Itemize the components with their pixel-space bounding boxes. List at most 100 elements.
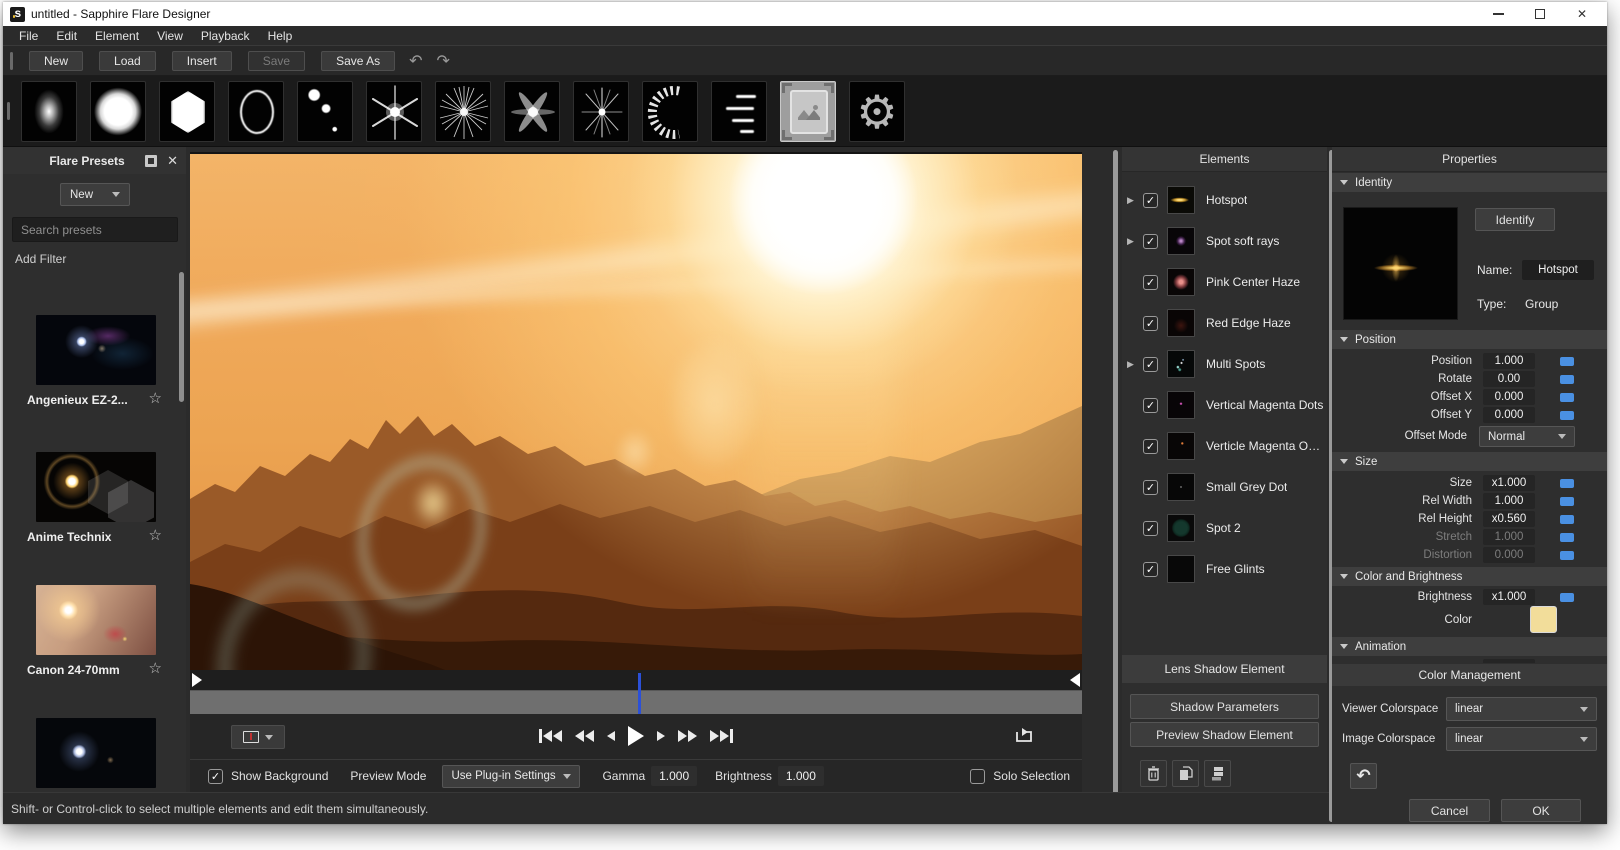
viewer-colorspace-dropdown[interactable]: linear: [1446, 697, 1597, 721]
keyframe-indicator[interactable]: [1560, 551, 1574, 560]
offset-mode-dropdown[interactable]: Normal: [1479, 426, 1575, 447]
size-section-header[interactable]: Size: [1332, 452, 1607, 471]
element-row[interactable]: Vertical Magenta Dots: [1122, 385, 1327, 425]
insert-button[interactable]: Insert: [172, 51, 232, 71]
element-row[interactable]: Multi Spots: [1122, 344, 1327, 384]
flare-icon-arc-streaks[interactable]: [642, 81, 698, 142]
element-visible-checkbox[interactable]: [1143, 439, 1158, 454]
close-panel-icon[interactable]: [167, 153, 178, 169]
out-point-marker-icon[interactable]: [1063, 673, 1080, 687]
flare-icon-settings-gear[interactable]: ⚙: [849, 81, 905, 142]
revert-button[interactable]: [1350, 763, 1377, 789]
preview-mode-dropdown[interactable]: Use Plug-in Settings: [442, 765, 580, 788]
keyframe-indicator[interactable]: [1560, 375, 1574, 384]
add-filter-link[interactable]: Add Filter: [15, 252, 66, 266]
expand-arrow-icon[interactable]: [1127, 359, 1141, 370]
redo-icon[interactable]: ↷: [437, 51, 450, 70]
solo-selection-checkbox[interactable]: [970, 769, 985, 784]
delete-element-button[interactable]: [1140, 760, 1167, 787]
go-to-end-button[interactable]: [708, 722, 735, 750]
menu-playback[interactable]: Playback: [193, 27, 258, 45]
toolbar-grip[interactable]: [10, 52, 13, 70]
property-value[interactable]: x1.000: [1483, 475, 1535, 491]
element-visible-checkbox[interactable]: [1143, 316, 1158, 331]
favorite-star-icon[interactable]: [149, 659, 162, 677]
keyframe-indicator[interactable]: [1560, 393, 1574, 402]
undo-icon[interactable]: ↶: [409, 51, 422, 70]
animation-section-header[interactable]: Animation: [1332, 637, 1607, 656]
preset-new-dropdown[interactable]: New: [60, 183, 130, 206]
flare-icon-solid-circle[interactable]: [90, 81, 146, 142]
element-visible-checkbox[interactable]: [1143, 521, 1158, 536]
preset-thumbnail[interactable]: [36, 718, 156, 788]
preview-shadow-element-button[interactable]: Preview Shadow Element: [1130, 722, 1319, 747]
step-back-button[interactable]: [605, 722, 617, 750]
element-visible-checkbox[interactable]: [1143, 193, 1158, 208]
property-value[interactable]: 1.000: [1483, 353, 1535, 369]
preset-thumbnail[interactable]: [36, 315, 156, 385]
property-value[interactable]: x1.000: [1483, 589, 1535, 605]
menu-view[interactable]: View: [149, 27, 191, 45]
identity-section-header[interactable]: Identity: [1332, 173, 1607, 192]
in-point-marker-icon[interactable]: [192, 673, 209, 687]
keyframe-indicator[interactable]: [1560, 533, 1574, 542]
iconstrip-grip[interactable]: [7, 102, 10, 120]
keyframe-indicator[interactable]: [1560, 497, 1574, 506]
minimize-button[interactable]: [1481, 2, 1515, 26]
fast-forward-button[interactable]: [676, 722, 699, 750]
flare-icon-ring[interactable]: [228, 81, 284, 142]
element-row[interactable]: Hotspot: [1122, 180, 1327, 220]
position-section-header[interactable]: Position: [1332, 330, 1607, 349]
element-visible-checkbox[interactable]: [1143, 480, 1158, 495]
go-to-start-button[interactable]: [537, 722, 564, 750]
expand-arrow-icon[interactable]: [1127, 195, 1141, 206]
preset-thumbnail[interactable]: [36, 585, 156, 655]
timeline-track[interactable]: [190, 690, 1082, 714]
favorite-star-icon[interactable]: [149, 526, 162, 544]
menu-element[interactable]: Element: [87, 27, 147, 45]
play-button[interactable]: [626, 722, 646, 750]
shadow-parameters-button[interactable]: Shadow Parameters: [1130, 694, 1319, 719]
identify-button[interactable]: Identify: [1475, 208, 1555, 231]
float-panel-icon[interactable]: [145, 155, 157, 167]
flare-icon-ray-burst[interactable]: [435, 81, 491, 142]
property-value[interactable]: x0.560: [1483, 511, 1535, 527]
menu-help[interactable]: Help: [260, 27, 301, 45]
cancel-button[interactable]: Cancel: [1409, 799, 1490, 822]
scrub-strip[interactable]: [190, 670, 1082, 690]
property-value[interactable]: 0.000: [1483, 389, 1535, 405]
expand-arrow-icon[interactable]: [1127, 236, 1141, 247]
flare-preview-canvas[interactable]: [190, 152, 1082, 670]
keyframe-indicator[interactable]: [1560, 479, 1574, 488]
playhead[interactable]: [638, 673, 641, 715]
keyframe-indicator[interactable]: [1560, 357, 1574, 366]
flare-icon-soft-glow[interactable]: [21, 81, 77, 142]
name-field[interactable]: Hotspot: [1522, 260, 1594, 280]
new-button[interactable]: New: [29, 51, 83, 71]
panel-splitter[interactable]: [1113, 150, 1118, 822]
element-visible-checkbox[interactable]: [1143, 275, 1158, 290]
duplicate-element-button[interactable]: [1204, 760, 1231, 787]
element-row[interactable]: Verticle Magenta Orange ...: [1122, 426, 1327, 466]
image-colorspace-dropdown[interactable]: linear: [1446, 727, 1597, 751]
presets-scrollbar-thumb[interactable]: [179, 272, 184, 402]
save-as-button[interactable]: Save As: [321, 51, 395, 71]
search-presets-input[interactable]: [12, 217, 178, 242]
load-button[interactable]: Load: [99, 51, 156, 71]
keyframe-indicator[interactable]: [1560, 593, 1574, 602]
element-row[interactable]: Free Glints: [1122, 549, 1327, 589]
color-swatch[interactable]: [1530, 606, 1557, 633]
color-brightness-section-header[interactable]: Color and Brightness: [1332, 567, 1607, 586]
element-visible-checkbox[interactable]: [1143, 357, 1158, 372]
element-row[interactable]: Spot 2: [1122, 508, 1327, 548]
favorite-star-icon[interactable]: [149, 389, 162, 407]
maximize-button[interactable]: [1523, 2, 1557, 26]
loop-playback-button[interactable]: [1014, 726, 1038, 749]
element-row[interactable]: Red Edge Haze: [1122, 303, 1327, 343]
element-visible-checkbox[interactable]: [1143, 562, 1158, 577]
flare-icon-star-glint[interactable]: [366, 81, 422, 142]
element-visible-checkbox[interactable]: [1143, 398, 1158, 413]
step-forward-button[interactable]: [655, 722, 667, 750]
close-button[interactable]: [1565, 2, 1599, 26]
ok-button[interactable]: OK: [1501, 799, 1581, 822]
